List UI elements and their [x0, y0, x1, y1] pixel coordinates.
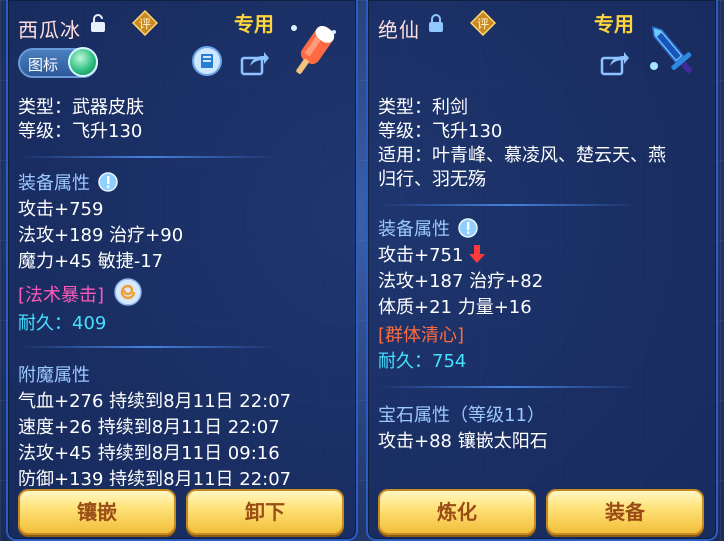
section-divider	[18, 346, 278, 348]
durability: 耐久：754	[378, 350, 466, 374]
item-type: 类型：武器皮肤	[18, 97, 144, 118]
popsicle-skin-icon[interactable]	[282, 18, 346, 82]
durability: 耐久：409	[18, 312, 106, 336]
item-name: 绝仙	[378, 18, 420, 42]
inlay-button[interactable]: 镶嵌	[18, 489, 176, 535]
equip-attributes-heading: 装备属性	[378, 218, 478, 242]
unequip-button[interactable]: 卸下	[186, 489, 344, 535]
toggle-knob	[68, 47, 98, 77]
share-icon[interactable]	[240, 50, 270, 76]
equip-attributes-heading: 装备属性	[18, 172, 118, 196]
enchant-line: 防御+139 持续到8月11日 22:07	[18, 469, 292, 486]
equip-attributes-title: 装备属性	[378, 219, 450, 240]
section-divider	[378, 386, 638, 388]
item-level: 等级：飞升130	[18, 121, 143, 142]
attribute-line: 攻击+759	[18, 199, 104, 220]
durability-label: 耐久：	[378, 351, 432, 372]
enchant-attributes-title: 附魔属性	[18, 365, 90, 386]
suitable-characters: 适用：叶青峰、慕凌风、楚云天、燕	[378, 145, 666, 166]
info-icon[interactable]	[97, 172, 118, 192]
item-detail-panel-right: 绝仙 评 专用 类型：利剑 等级：飞升130 适用：叶青峰、慕凌风、楚云天、燕 …	[366, 0, 718, 541]
icon-toggle-label: 图标	[28, 56, 59, 74]
evaluate-badge-text: 评	[139, 17, 151, 31]
unlocked-padlock-icon[interactable]	[90, 14, 106, 32]
section-divider	[378, 204, 638, 206]
icon-display-toggle[interactable]: 图标	[18, 47, 98, 78]
attribute-line-attack: 攻击+751	[378, 244, 486, 268]
attribute-line: 法攻+189 治疗+90	[18, 225, 184, 246]
red-down-arrow-icon	[469, 245, 486, 263]
locked-padlock-icon[interactable]	[428, 14, 444, 32]
enchant-line: 法攻+45 持续到8月11日 09:16	[18, 443, 280, 464]
suitable-characters-cont: 归行、羽无殇	[378, 169, 486, 190]
enchant-line: 速度+26 持续到8月11日 22:07	[18, 417, 280, 438]
item-detail-panel-left: 西瓜冰 评 专用 图标 类型：武器皮肤 等级：飞升130 装备属性 攻击+759…	[6, 0, 358, 541]
enchant-line: 气血+276 持续到8月11日 22:07	[18, 391, 292, 412]
evaluate-badge-icon[interactable]: 评	[470, 10, 496, 36]
attribute-line: 法攻+187 治疗+82	[378, 271, 544, 292]
attribute-line: 体质+21 力量+16	[378, 297, 532, 318]
item-type: 类型：利剑	[378, 97, 468, 118]
gem-line: 攻击+88 镶嵌太阳石	[378, 431, 548, 452]
attack-value: 攻击+751	[378, 245, 464, 266]
exclusive-label: 专用	[594, 12, 634, 36]
share-icon[interactable]	[600, 50, 630, 76]
equip-attributes-title: 装备属性	[18, 173, 90, 194]
refine-button[interactable]: 炼化	[378, 489, 536, 535]
section-divider	[18, 156, 278, 158]
sword-icon[interactable]	[640, 18, 704, 82]
durability-value: 754	[432, 351, 467, 372]
durability-value: 409	[72, 313, 107, 334]
book-view-icon[interactable]	[192, 46, 222, 76]
equip-button[interactable]: 装备	[546, 489, 704, 535]
skill-name: [群体清心]	[378, 325, 465, 346]
item-level: 等级：飞升130	[378, 121, 503, 142]
evaluate-badge-icon[interactable]: 评	[132, 10, 158, 36]
gem-attributes-title: 宝石属性（等级11）	[378, 405, 545, 426]
swirl-skill-icon[interactable]	[114, 278, 142, 306]
evaluate-badge-text: 评	[477, 17, 489, 31]
exclusive-label: 专用	[234, 12, 274, 36]
durability-label: 耐久：	[18, 313, 72, 334]
item-name: 西瓜冰	[18, 18, 81, 42]
attribute-line: 魔力+45 敏捷-17	[18, 251, 164, 272]
skill-name: [法术暴击]	[18, 285, 105, 306]
info-icon[interactable]	[457, 218, 478, 238]
